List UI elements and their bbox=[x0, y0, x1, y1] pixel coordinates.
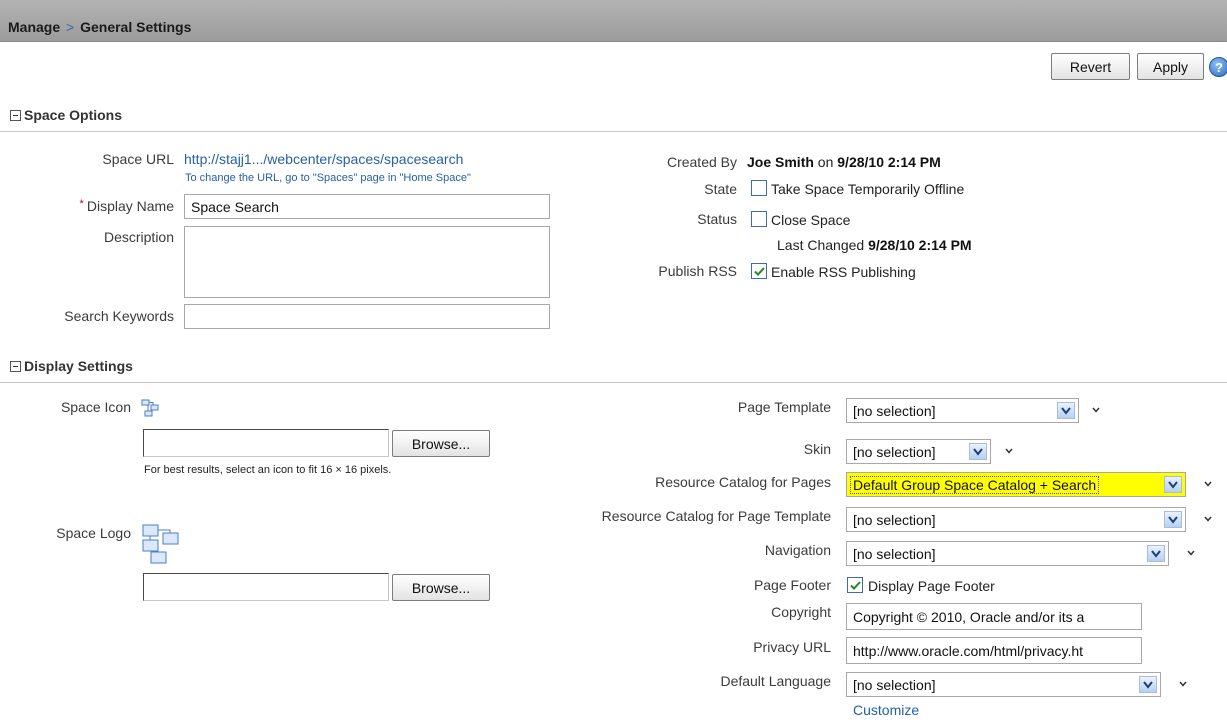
resource-catalog-template-select[interactable]: [no selection] bbox=[846, 507, 1186, 532]
navigation-select[interactable]: [no selection] bbox=[846, 541, 1169, 566]
created-by-info: Joe Smith on 9/28/10 2:14 PM bbox=[747, 154, 941, 170]
dropdown-arrow-icon[interactable] bbox=[1139, 676, 1157, 693]
search-keywords-input[interactable] bbox=[184, 304, 550, 329]
search-keywords-label: Search Keywords bbox=[64, 308, 174, 324]
space-icon-file-input[interactable] bbox=[143, 429, 389, 457]
resource-catalog-pages-select[interactable]: Default Group Space Catalog + Search bbox=[846, 472, 1186, 497]
resource-catalog-pages-label: Resource Catalog for Pages bbox=[655, 474, 831, 490]
space-icon-browse-button[interactable]: Browse... bbox=[392, 430, 490, 457]
description-textarea[interactable] bbox=[184, 226, 550, 298]
dropdown-arrow-icon[interactable] bbox=[969, 443, 987, 460]
page-footer-label: Page Footer bbox=[753, 577, 831, 593]
publish-rss-checkbox-label[interactable]: Enable RSS Publishing bbox=[771, 264, 916, 280]
help-icon[interactable]: ? bbox=[1209, 57, 1227, 77]
hierarchy-icon bbox=[141, 523, 181, 565]
privacy-url-label: Privacy URL bbox=[753, 639, 831, 655]
chevron-down-icon[interactable] bbox=[1004, 446, 1014, 456]
created-by-label: Created By bbox=[666, 154, 737, 170]
display-name-label: * Display Name bbox=[79, 198, 174, 214]
icon-size-hint: For best results, select an icon to fit … bbox=[144, 464, 392, 476]
display-name-input[interactable]: Space Search bbox=[184, 194, 550, 219]
display-settings-section-header[interactable]: Display Settings bbox=[0, 353, 1227, 383]
chevron-down-icon[interactable] bbox=[1178, 679, 1188, 689]
description-label: Description bbox=[103, 229, 174, 245]
copyright-input[interactable]: Copyright © 2010, Oracle and/or its a bbox=[846, 603, 1142, 630]
header-bar: Manage > General Settings bbox=[0, 0, 1227, 42]
state-checkbox[interactable] bbox=[751, 180, 767, 196]
dropdown-arrow-icon[interactable] bbox=[1147, 545, 1165, 562]
navigation-label: Navigation bbox=[764, 542, 831, 558]
created-at: 9/28/10 2:14 PM bbox=[837, 154, 941, 170]
breadcrumb-separator: > bbox=[66, 19, 75, 35]
checkmark-icon bbox=[753, 266, 765, 276]
space-icon-label: Space Icon bbox=[60, 399, 131, 415]
page-template-label: Page Template bbox=[737, 399, 831, 415]
space-url-hint: To change the URL, go to "Spaces" page i… bbox=[185, 172, 471, 184]
resource-catalog-template-label: Resource Catalog for Page Template bbox=[601, 508, 831, 524]
privacy-url-input[interactable]: http://www.oracle.com/html/privacy.ht bbox=[846, 637, 1142, 664]
last-changed-value: 9/28/10 2:14 PM bbox=[868, 237, 972, 253]
chevron-down-icon[interactable] bbox=[1186, 548, 1196, 558]
collapse-toggle-icon[interactable] bbox=[10, 361, 21, 372]
chevron-down-icon[interactable] bbox=[1091, 405, 1101, 415]
revert-button[interactable]: Revert bbox=[1051, 53, 1130, 80]
created-by-user: Joe Smith bbox=[747, 154, 814, 170]
dropdown-arrow-icon[interactable] bbox=[1057, 402, 1075, 419]
skin-label: Skin bbox=[803, 441, 831, 457]
dropdown-arrow-icon[interactable] bbox=[1164, 476, 1182, 493]
section-title: Space Options bbox=[24, 107, 123, 123]
publish-rss-checkbox[interactable] bbox=[751, 263, 767, 279]
display-name-label-text: Display Name bbox=[86, 198, 174, 214]
breadcrumb-current: General Settings bbox=[80, 19, 192, 35]
state-label: State bbox=[704, 181, 737, 197]
space-url-link[interactable]: http://stajj1.../webcenter/spaces/spaces… bbox=[184, 151, 463, 167]
checkmark-icon bbox=[849, 580, 861, 590]
default-language-value: [no selection] bbox=[853, 677, 936, 693]
customize-link[interactable]: Customize bbox=[853, 702, 919, 718]
default-language-select[interactable]: [no selection] bbox=[846, 672, 1161, 697]
page-footer-checkbox[interactable] bbox=[847, 577, 863, 593]
skin-select[interactable]: [no selection] bbox=[846, 439, 991, 464]
skin-value: [no selection] bbox=[853, 444, 936, 460]
page-template-value: [no selection] bbox=[853, 403, 936, 419]
state-checkbox-label[interactable]: Take Space Temporarily Offline bbox=[771, 181, 964, 197]
space-logo-browse-button[interactable]: Browse... bbox=[392, 574, 490, 601]
hierarchy-icon bbox=[141, 399, 159, 417]
navigation-value: [no selection] bbox=[853, 546, 936, 562]
collapse-toggle-icon[interactable] bbox=[10, 110, 21, 121]
status-checkbox-label[interactable]: Close Space bbox=[771, 212, 850, 228]
last-changed-info: Last Changed 9/28/10 2:14 PM bbox=[777, 237, 972, 253]
status-checkbox[interactable] bbox=[751, 211, 767, 227]
space-logo-file-input[interactable] bbox=[143, 573, 389, 601]
chevron-down-icon[interactable] bbox=[1203, 479, 1213, 489]
space-options-section-header[interactable]: Space Options bbox=[0, 102, 1227, 132]
status-label: Status bbox=[697, 211, 737, 227]
breadcrumb-manage[interactable]: Manage bbox=[8, 19, 60, 35]
space-url-label: Space URL bbox=[102, 151, 174, 167]
section-title: Display Settings bbox=[24, 358, 133, 374]
dropdown-arrow-icon[interactable] bbox=[1164, 511, 1182, 528]
created-on-text: on bbox=[817, 154, 834, 170]
resource-catalog-pages-value: Default Group Space Catalog + Search bbox=[850, 476, 1100, 494]
page-template-select[interactable]: [no selection] bbox=[846, 398, 1079, 423]
copyright-label: Copyright bbox=[771, 604, 831, 620]
space-logo-label: Space Logo bbox=[56, 525, 131, 541]
chevron-down-icon[interactable] bbox=[1203, 514, 1213, 524]
page-footer-checkbox-label[interactable]: Display Page Footer bbox=[868, 578, 995, 594]
publish-rss-label: Publish RSS bbox=[658, 263, 737, 279]
default-language-label: Default Language bbox=[720, 673, 831, 689]
last-changed-label: Last Changed bbox=[777, 237, 865, 253]
resource-catalog-template-value: [no selection] bbox=[853, 512, 936, 528]
breadcrumb: Manage > General Settings bbox=[8, 19, 191, 35]
apply-button[interactable]: Apply bbox=[1137, 53, 1204, 80]
